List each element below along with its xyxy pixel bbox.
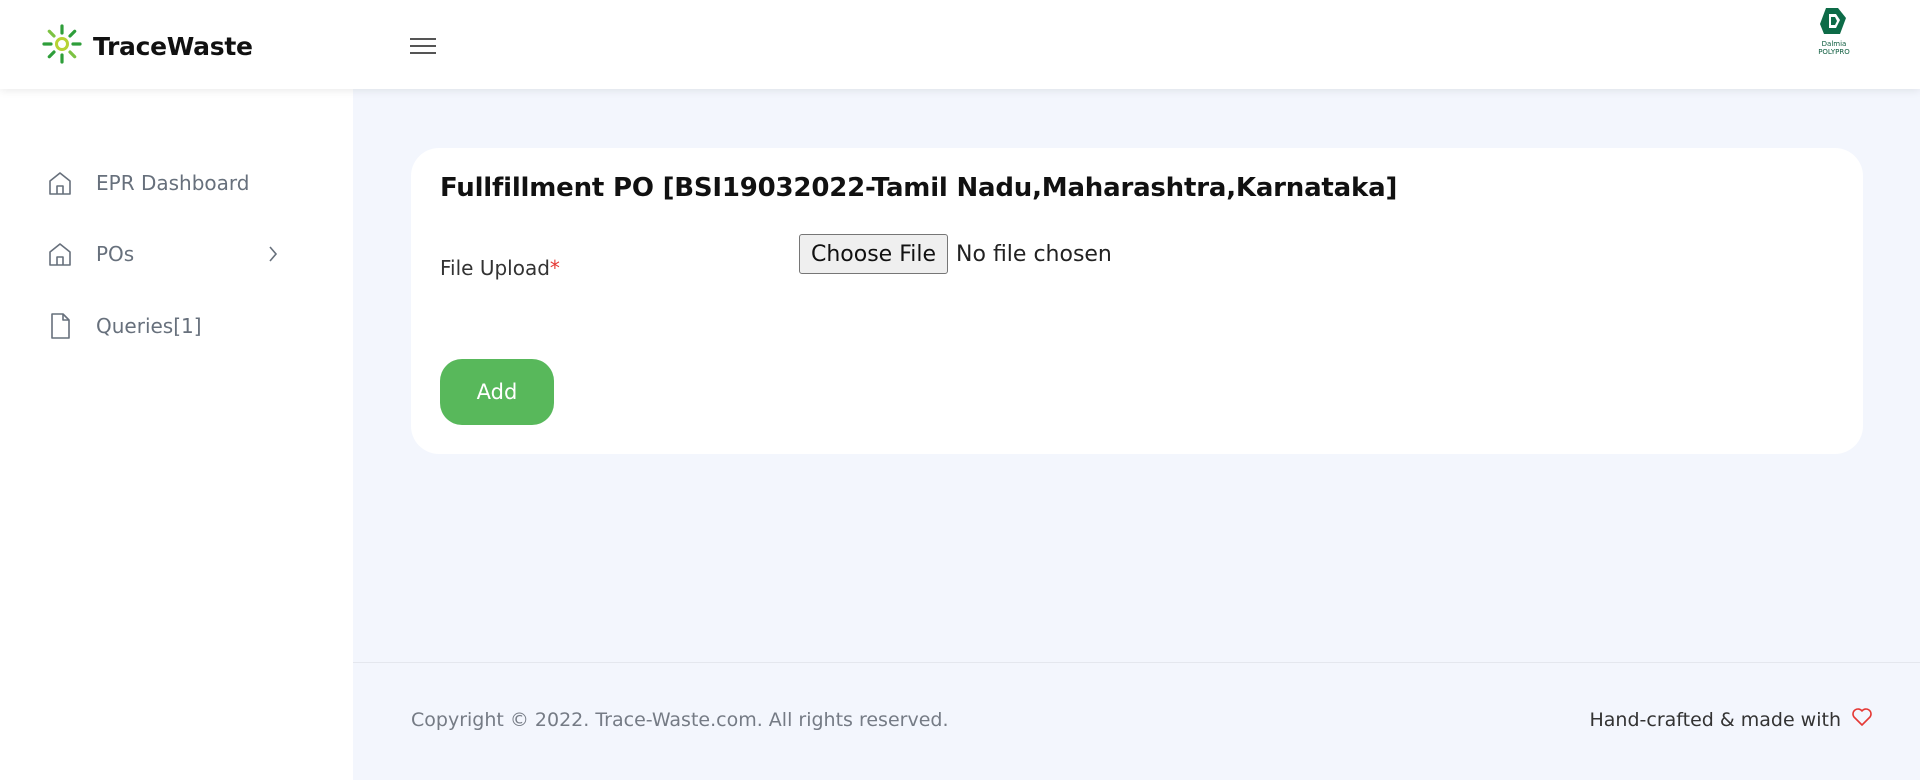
credit: Hand-crafted & made with — [1590, 707, 1874, 732]
top-header: TraceWaste Dalmia POLYPRO — [0, 0, 1920, 89]
home-icon — [45, 239, 75, 269]
file-upload-input[interactable]: Choose File No file chosen — [799, 234, 1112, 274]
partner-logo-line2: POLYPRO — [1818, 48, 1850, 56]
sidebar-item-label: Queries[1] — [96, 314, 202, 338]
add-button[interactable]: Add — [440, 359, 554, 425]
file-upload-label-text: File Upload — [440, 256, 550, 280]
credit-text: Hand-crafted & made with — [1589, 708, 1842, 731]
file-status-text: No file chosen — [956, 241, 1112, 267]
page-title: Fullfillment PO [BSI19032022-Tamil Nadu,… — [440, 173, 1398, 203]
chevron-right-icon — [267, 244, 279, 268]
required-marker: * — [549, 256, 560, 280]
partner-logo: Dalmia POLYPRO — [1812, 4, 1856, 60]
sidebar-item-epr-dashboard[interactable]: EPR Dashboard — [45, 163, 285, 203]
hamburger-menu-icon[interactable] — [410, 35, 438, 57]
sun-burst-logo-icon — [41, 23, 83, 69]
choose-file-button[interactable]: Choose File — [799, 234, 949, 274]
dalmia-logo-icon — [1820, 8, 1846, 34]
sidebar-item-label: POs — [96, 242, 135, 266]
partner-logo-line1: Dalmia — [1821, 40, 1847, 48]
heart-icon — [1851, 707, 1873, 732]
footer: Copyright © 2022. Trace-Waste.com. All r… — [353, 662, 1920, 780]
sidebar-item-pos[interactable]: POs — [45, 234, 285, 274]
sidebar-item-label: EPR Dashboard — [96, 171, 250, 195]
copyright-text: Copyright © 2022. Trace-Waste.com. All r… — [411, 709, 949, 731]
file-upload-label: File Upload* — [440, 256, 560, 280]
brand-name: TraceWaste — [93, 31, 253, 61]
sidebar: EPR Dashboard POs Queries[1] — [0, 89, 353, 780]
sidebar-item-queries[interactable]: Queries[1] — [45, 306, 285, 346]
home-icon — [45, 168, 75, 198]
brand[interactable]: TraceWaste — [41, 23, 253, 69]
document-icon — [45, 311, 75, 341]
fulfillment-card: Fullfillment PO [BSI19032022-Tamil Nadu,… — [411, 148, 1863, 454]
